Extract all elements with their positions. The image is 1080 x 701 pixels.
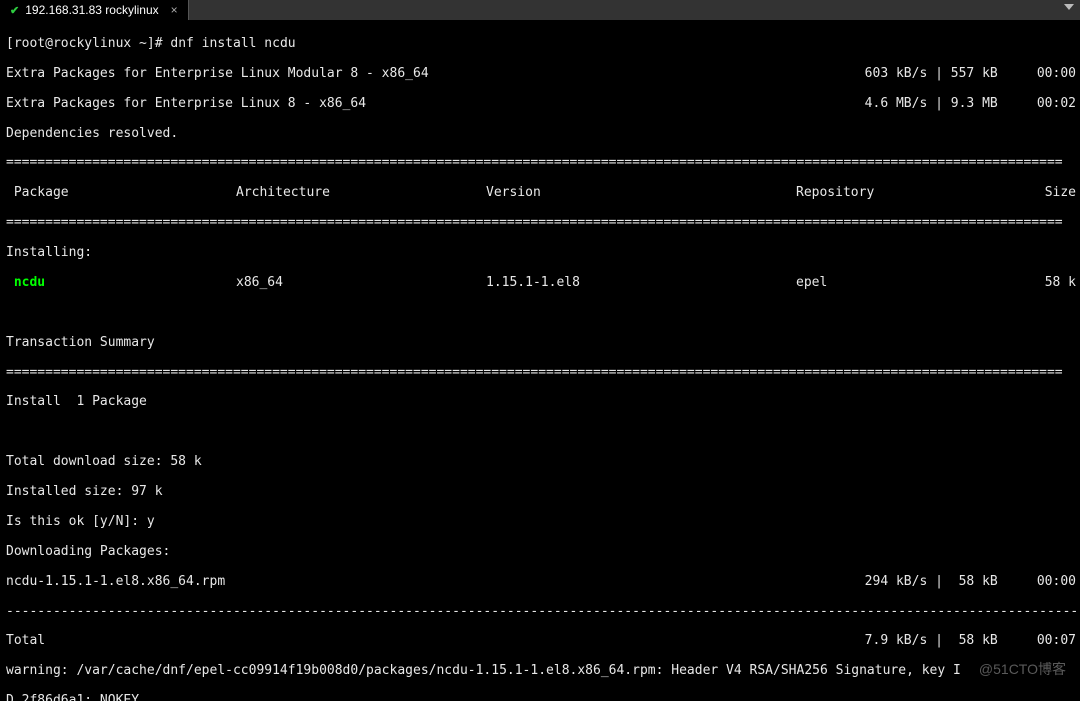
repo-fetch-row: Extra Packages for Enterprise Linux 8 - …: [6, 97, 1076, 112]
deps-line: Dependencies resolved.: [6, 127, 1076, 142]
installing-label: Installing:: [6, 246, 1076, 261]
dropdown-icon[interactable]: [1064, 4, 1074, 10]
session-tab[interactable]: ✔ 192.168.31.83 rockylinux ×: [0, 0, 189, 20]
total-row: Total7.9 kB/s | 58 kB 00:07: [6, 634, 1076, 649]
warning-line: D 2f86d6a1: NOKEY: [6, 694, 1076, 701]
summary-line: Install 1 Package: [6, 395, 1076, 410]
pkg-row: ncdux86_641.15.1-1.el8epel58 k: [6, 276, 1076, 291]
rule-dash: ----------------------------------------…: [6, 605, 1076, 620]
rule: ========================================…: [6, 156, 1076, 171]
download-row: ncdu-1.15.1-1.el8.x86_64.rpm294 kB/s | 5…: [6, 575, 1076, 590]
shell-prompt: [root@rockylinux ~]#: [6, 36, 163, 51]
title-bar: ✔ 192.168.31.83 rockylinux ×: [0, 0, 1080, 20]
pkg-name: ncdu: [6, 276, 236, 291]
confirm-prompt: Is this ok [y/N]: y: [6, 515, 1076, 530]
tab-title: 192.168.31.83 rockylinux: [25, 3, 158, 17]
rule: ========================================…: [6, 216, 1076, 231]
command: dnf install ncdu: [170, 36, 295, 51]
inst-size: Installed size: 97 k: [6, 485, 1076, 500]
terminal[interactable]: [root@rockylinux ~]# dnf install ncdu Ex…: [0, 20, 1080, 701]
close-icon[interactable]: ×: [171, 3, 178, 17]
downloading-label: Downloading Packages:: [6, 545, 1076, 560]
pkg-table-header: PackageArchitectureVersionRepositorySize: [6, 186, 1076, 201]
dl-size: Total download size: 58 k: [6, 455, 1076, 470]
repo-fetch-row: Extra Packages for Enterprise Linux Modu…: [6, 67, 1076, 82]
rule: ========================================…: [6, 366, 1076, 381]
summary-title: Transaction Summary: [6, 336, 1076, 351]
warning-line: warning: /var/cache/dnf/epel-cc09914f19b…: [6, 664, 1076, 679]
check-icon: ✔: [10, 4, 19, 17]
